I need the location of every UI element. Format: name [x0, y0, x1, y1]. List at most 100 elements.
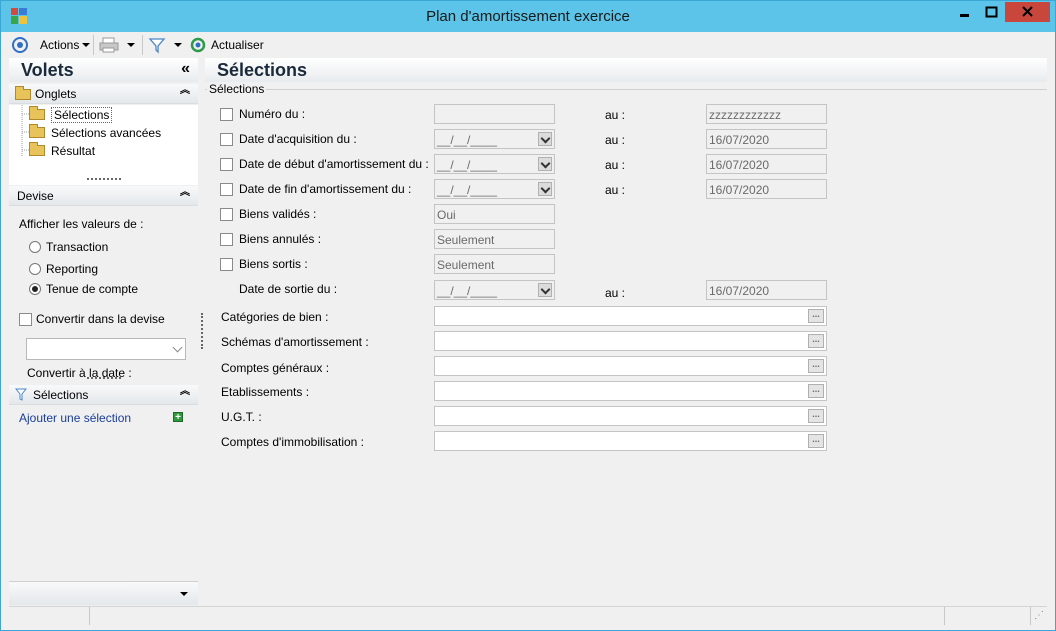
collapse-section-icon[interactable]: ︽ [180, 86, 190, 96]
add-icon[interactable]: + [173, 412, 183, 423]
filter-button[interactable] [148, 32, 182, 58]
actions-menu-button[interactable]: Actions [40, 32, 91, 58]
ellipsis-icon[interactable]: ... [808, 359, 824, 373]
etablissements-input[interactable]: ... [434, 381, 827, 401]
biens-sortis-row-label[interactable]: Biens sortis : [220, 257, 308, 271]
date-sortie-from-input[interactable]: __/__/____ [434, 280, 555, 300]
date-fin-to-input[interactable]: 16/07/2020 [706, 179, 827, 199]
schemas-amortissement-input[interactable]: ... [434, 331, 827, 351]
date-fin-from-input[interactable]: __/__/____ [434, 179, 555, 199]
checkbox[interactable] [220, 157, 233, 171]
selections-panel-title: Sélections [33, 388, 89, 402]
biens-sortis-input[interactable]: Seulement [434, 254, 555, 274]
application-window: Plan d'amortissement exercice Actions Ac… [0, 0, 1056, 631]
biens-annules-input[interactable]: Seulement [434, 229, 555, 249]
radio-label: Tenue de compte [46, 282, 139, 296]
au-label: au : [605, 108, 626, 122]
add-selection-link[interactable]: Ajouter une sélection [19, 411, 131, 425]
checkbox-label: Convertir dans la devise [36, 312, 165, 326]
checkbox[interactable] [220, 257, 233, 271]
filter-icon [148, 38, 166, 54]
onglets-section-header[interactable]: Onglets ︽ [9, 84, 198, 104]
comptes-immobilisation-input[interactable]: ... [434, 431, 827, 451]
resize-grip-icon[interactable]: ⋰ [1034, 610, 1044, 621]
selections-section-header[interactable]: Sélections ︽ [9, 385, 198, 405]
date-value: __/__/____ [437, 133, 498, 147]
calendar-dropdown-icon[interactable] [538, 157, 552, 171]
comptes-generaux-input[interactable]: ... [434, 356, 827, 376]
field-label: Biens validés : [239, 207, 317, 221]
biens-valides-row-label[interactable]: Biens validés : [220, 207, 316, 221]
calendar-dropdown-icon[interactable] [538, 132, 552, 146]
date-acquisition-to-input[interactable]: 16/07/2020 [706, 129, 827, 149]
calendar-dropdown-icon[interactable] [538, 182, 552, 196]
field-label: Date de sortie du : [239, 282, 338, 296]
tree-item-selections[interactable]: Sélections [29, 106, 113, 123]
panel-title: Volets [21, 60, 74, 80]
ellipsis-icon[interactable]: ... [808, 309, 824, 323]
convertir-devise-checkbox[interactable]: Convertir dans la devise [19, 312, 165, 326]
comptes-immobilisation-label: Comptes d'immobilisation : [221, 435, 365, 449]
maximize-button[interactable] [978, 2, 1004, 22]
calendar-dropdown-icon[interactable] [538, 283, 552, 297]
panel-footer[interactable] [9, 581, 198, 605]
minimize-button[interactable] [951, 2, 977, 22]
devise-select[interactable] [26, 338, 186, 360]
date-fin-row-label[interactable]: Date de fin d'amortissement du : [220, 182, 411, 196]
vertical-splitter-handle[interactable] [201, 313, 203, 349]
radio-label: Transaction [46, 240, 109, 254]
ellipsis-icon[interactable]: ... [808, 334, 824, 348]
devise-section-header[interactable]: Devise ︽ [9, 186, 198, 206]
checkbox[interactable] [220, 207, 233, 221]
status-cell [945, 607, 1031, 625]
splitter-handle[interactable] [87, 178, 121, 180]
field-label: Biens sortis : [239, 257, 308, 271]
radio-tenue-de-compte[interactable]: Tenue de compte [29, 282, 138, 296]
numero-from-input[interactable] [434, 104, 555, 124]
collapse-section-icon[interactable]: ︽ [180, 387, 190, 397]
au-label: au : [605, 158, 626, 172]
date-sortie-row-label: Date de sortie du : [239, 282, 337, 296]
checkbox[interactable] [220, 182, 233, 196]
numero-row-label[interactable]: Numéro du : [220, 107, 305, 121]
ugt-input[interactable]: ... [434, 406, 827, 426]
date-sortie-to-input[interactable]: 16/07/2020 [706, 280, 827, 300]
radio-transaction[interactable]: Transaction [29, 240, 108, 254]
ellipsis-icon[interactable]: ... [808, 409, 824, 423]
field-label: Numéro du : [239, 107, 306, 121]
actions-icon[interactable] [11, 32, 29, 58]
checkbox[interactable] [19, 312, 32, 326]
chevron-down-icon [172, 342, 183, 353]
radio-label: Reporting [46, 262, 99, 276]
numero-to-input[interactable]: zzzzzzzzzzzz [706, 104, 827, 124]
toolbar-separator [142, 35, 143, 55]
checkbox[interactable] [220, 232, 233, 246]
tree-item-selections-avancees[interactable]: Sélections avancées [29, 124, 161, 141]
tree-item-resultat[interactable]: Résultat [29, 142, 95, 159]
close-button[interactable] [1005, 2, 1050, 22]
checkbox[interactable] [220, 107, 233, 121]
splitter-handle[interactable] [87, 377, 121, 379]
date-acquisition-row-label[interactable]: Date d'acquisition du : [220, 132, 357, 146]
date-debut-to-input[interactable]: 16/07/2020 [706, 154, 827, 174]
chevron-down-icon [127, 43, 135, 47]
refresh-button[interactable]: Actualiser [189, 32, 264, 58]
date-debut-from-input[interactable]: __/__/____ [434, 154, 555, 174]
radio-button[interactable] [29, 241, 41, 253]
radio-button[interactable] [29, 283, 41, 295]
date-acquisition-from-input[interactable]: __/__/____ [434, 129, 555, 149]
categories-bien-input[interactable]: ... [434, 306, 827, 326]
biens-annules-row-label[interactable]: Biens annulés : [220, 232, 321, 246]
collapse-panel-icon[interactable]: « [181, 60, 190, 78]
date-debut-row-label[interactable]: Date de début d'amortissement du : [220, 157, 429, 171]
biens-valides-input[interactable]: Oui [434, 204, 555, 224]
radio-button[interactable] [29, 263, 41, 275]
print-button[interactable] [99, 32, 135, 58]
group-box-title: Sélections [207, 82, 267, 96]
collapse-section-icon[interactable]: ︽ [180, 188, 190, 198]
ellipsis-icon[interactable]: ... [808, 384, 824, 398]
checkbox[interactable] [220, 132, 233, 146]
ellipsis-icon[interactable]: ... [808, 434, 824, 448]
radio-reporting[interactable]: Reporting [29, 262, 98, 276]
chevron-down-icon [174, 43, 182, 47]
